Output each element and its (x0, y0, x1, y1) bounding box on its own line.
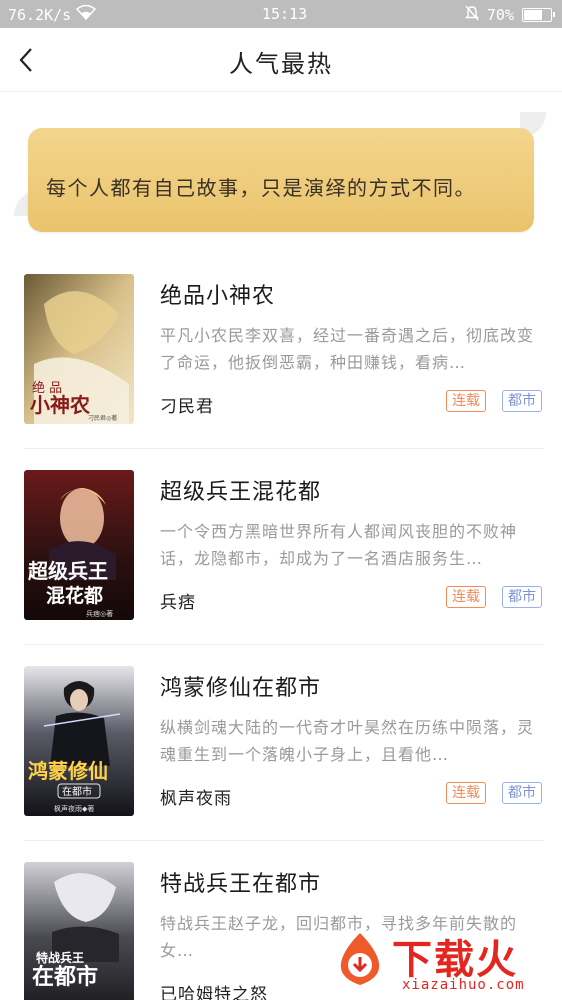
bell-muted-icon (464, 5, 480, 25)
book-title: 特战兵王在都市 (160, 872, 322, 897)
status-tag: 连载 (446, 782, 486, 804)
book-description: 一个令西方黑暗世界所有人都闻风丧胆的不败神话，龙隐都市，却成为了一名酒店服务生… (160, 522, 518, 568)
category-tag: 都市 (502, 390, 542, 412)
status-tag: 连载 (446, 390, 486, 412)
watermark-logo: 下载火 xiazaihuo.com (330, 925, 562, 1000)
book-description: 平凡小农民李双喜，经过一番奇遇之后，彻底改变了命运，他扳倒恶霸，种田赚钱，看病… (160, 326, 535, 372)
network-speed: 76.2K/s (8, 5, 72, 24)
book-cover: 特战兵王 在都市 (24, 862, 134, 1000)
book-title: 鸿蒙修仙在都市 (160, 676, 322, 701)
book-author: 刁民君 (160, 397, 214, 417)
svg-text:特战兵王: 特战兵王 (36, 950, 84, 965)
svg-text:混花都: 混花都 (46, 584, 103, 607)
book-author: 枫声夜雨 (160, 789, 232, 809)
book-item[interactable]: 绝 品 小神农 刁民君◎著 绝品小神农 平凡小农民李双喜，经过一番奇遇之后，彻底… (0, 252, 562, 448)
svg-text:在都市: 在都市 (32, 964, 98, 990)
clock: 15:13 (262, 5, 308, 23)
svg-text:在都市: 在都市 (62, 785, 92, 798)
book-title: 绝品小神农 (160, 284, 276, 309)
book-item[interactable]: 超级兵王 混花都 兵痞◎著 超级兵王混花都 一个令西方黑暗世界所有人都闻风丧胆的… (0, 448, 562, 644)
cover-author: 兵痞◎著 (86, 609, 113, 618)
battery-percent: 70% (486, 6, 514, 24)
banner-text: 每个人都有自己故事，只是演绎的方式不同。 (46, 176, 476, 200)
book-cover: 超级兵王 混花都 兵痞◎著 (24, 470, 134, 620)
svg-text:小神农: 小神农 (30, 393, 90, 417)
cover-author: 刁民君◎著 (88, 414, 117, 422)
book-list: 绝 品 小神农 刁民君◎著 绝品小神农 平凡小农民李双喜，经过一番奇遇之后，彻底… (0, 252, 562, 1000)
book-item[interactable]: 鸿蒙修仙 在都市 枫声夜雨◆著 鸿蒙修仙在都市 纵横剑魂大陆的一代奇才叶昊然在历… (0, 644, 562, 840)
category-tag: 都市 (502, 782, 542, 804)
svg-text:鸿蒙修仙: 鸿蒙修仙 (28, 759, 108, 783)
wifi-icon (76, 4, 97, 24)
svg-text:超级兵王: 超级兵王 (27, 559, 108, 583)
book-cover: 绝 品 小神农 刁民君◎著 (24, 274, 134, 424)
book-title: 超级兵王混花都 (160, 480, 322, 505)
banner-card: 每个人都有自己故事，只是演绎的方式不同。 (28, 128, 534, 232)
page-title: 人气最热 (229, 50, 333, 78)
quote-banner: 每个人都有自己故事，只是演绎的方式不同。 (14, 112, 548, 248)
cover-author: 枫声夜雨◆著 (54, 804, 94, 813)
battery-icon (522, 8, 555, 22)
title-bar: 人气最热 (0, 28, 562, 92)
category-tag: 都市 (502, 586, 542, 608)
book-author: 已哈姆特之怒 (160, 985, 268, 1000)
flame-download-icon (340, 933, 380, 985)
status-bar: 76.2K/s 15:13 70% (0, 0, 562, 28)
book-description: 纵横剑魂大陆的一代奇才叶昊然在历练中陨落，灵魂重生到一个落魄小子身上，且看他… (160, 718, 535, 764)
status-tag: 连载 (446, 586, 486, 608)
book-author: 兵痞 (160, 593, 196, 613)
watermark-domain: xiazaihuo.com (402, 977, 525, 993)
book-cover: 鸿蒙修仙 在都市 枫声夜雨◆著 (24, 666, 134, 816)
